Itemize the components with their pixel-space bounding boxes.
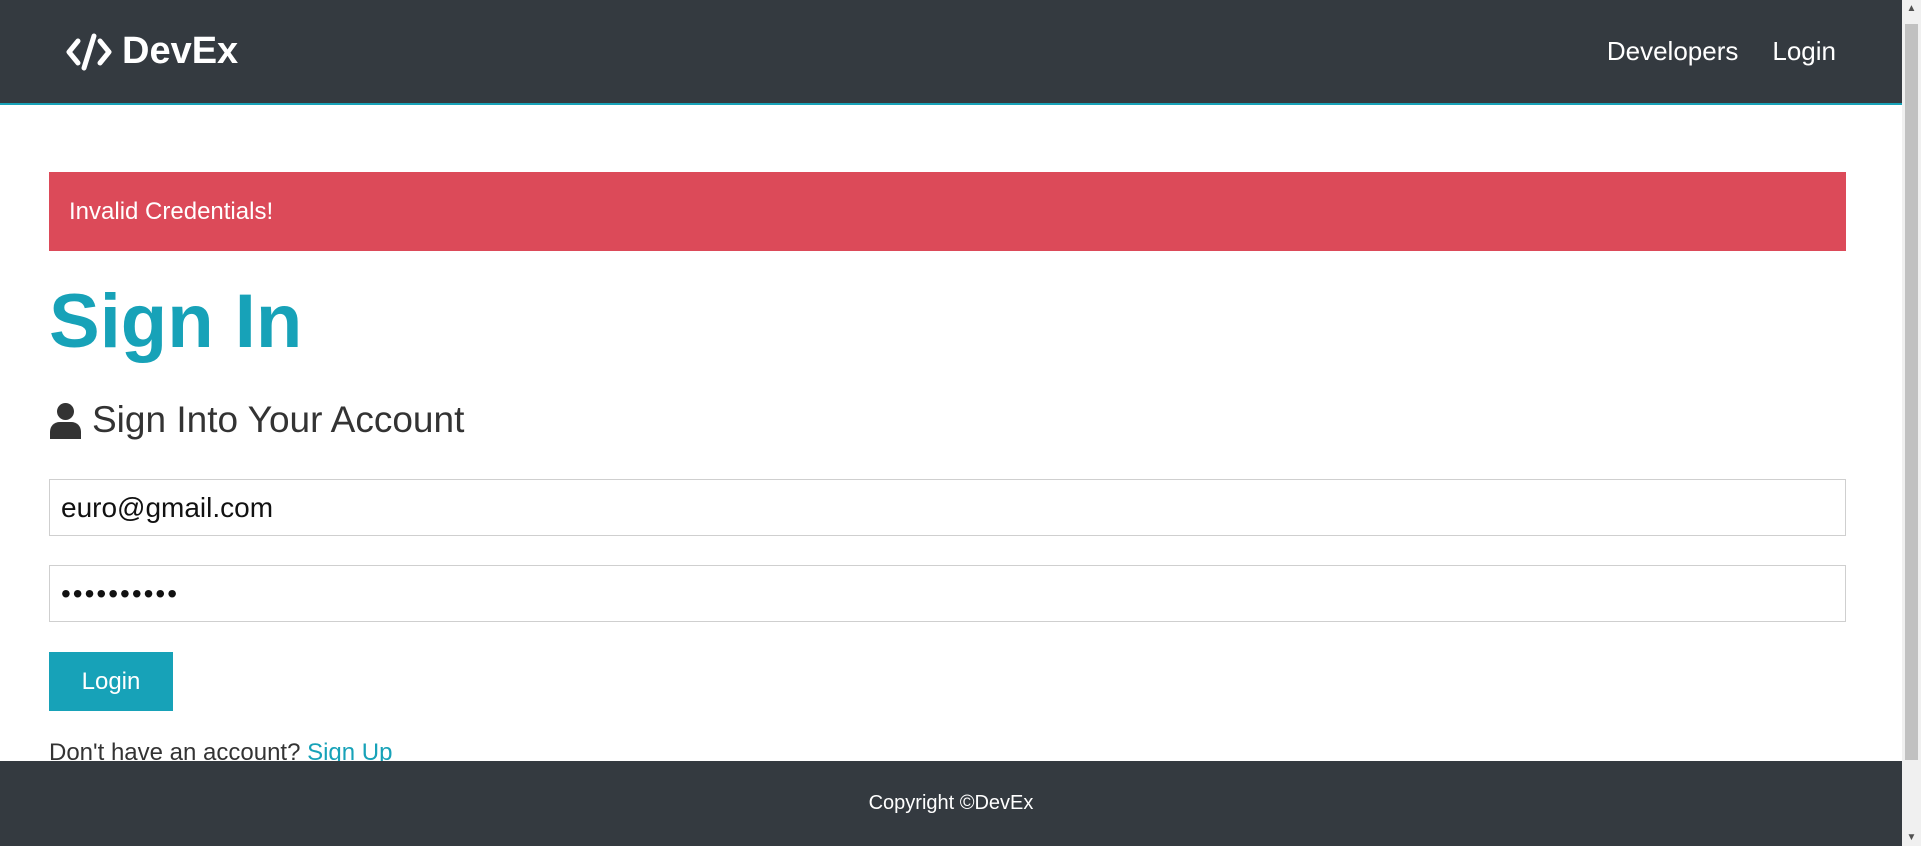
user-icon [50,402,81,439]
vertical-scrollbar[interactable]: ▲ ▼ [1902,0,1921,846]
scroll-up-arrow-icon[interactable]: ▲ [1902,0,1921,17]
nav-links: Developers Login [1607,36,1836,67]
page-lead: Sign Into Your Account [49,399,1846,441]
login-form: Login [49,479,1846,711]
error-alert: Invalid Credentials! [49,172,1846,251]
nav-login-link[interactable]: Login [1772,36,1836,67]
alert-message: Invalid Credentials! [69,197,274,225]
brand-name: DevEx [122,30,239,72]
navbar: DevEx Developers Login [0,0,1902,105]
main-content: Invalid Credentials! Sign In Sign Into Y… [49,172,1846,767]
page: DevEx Developers Login Invalid Credentia… [0,0,1902,846]
login-button[interactable]: Login [49,652,173,711]
nav-developers-link[interactable]: Developers [1607,36,1739,67]
code-icon [66,33,112,70]
page-title: Sign In [49,279,303,364]
brand-link[interactable]: DevEx [66,30,238,73]
email-input[interactable] [49,479,1846,536]
footer-copyright: Copyright ©DevEx [868,792,1034,814]
lead-text: Sign Into Your Account [92,399,465,440]
scroll-down-arrow-icon[interactable]: ▼ [1902,829,1921,846]
footer: Copyright ©DevEx [0,761,1902,846]
password-input[interactable] [49,565,1846,622]
scroll-thumb[interactable] [1905,24,1918,760]
